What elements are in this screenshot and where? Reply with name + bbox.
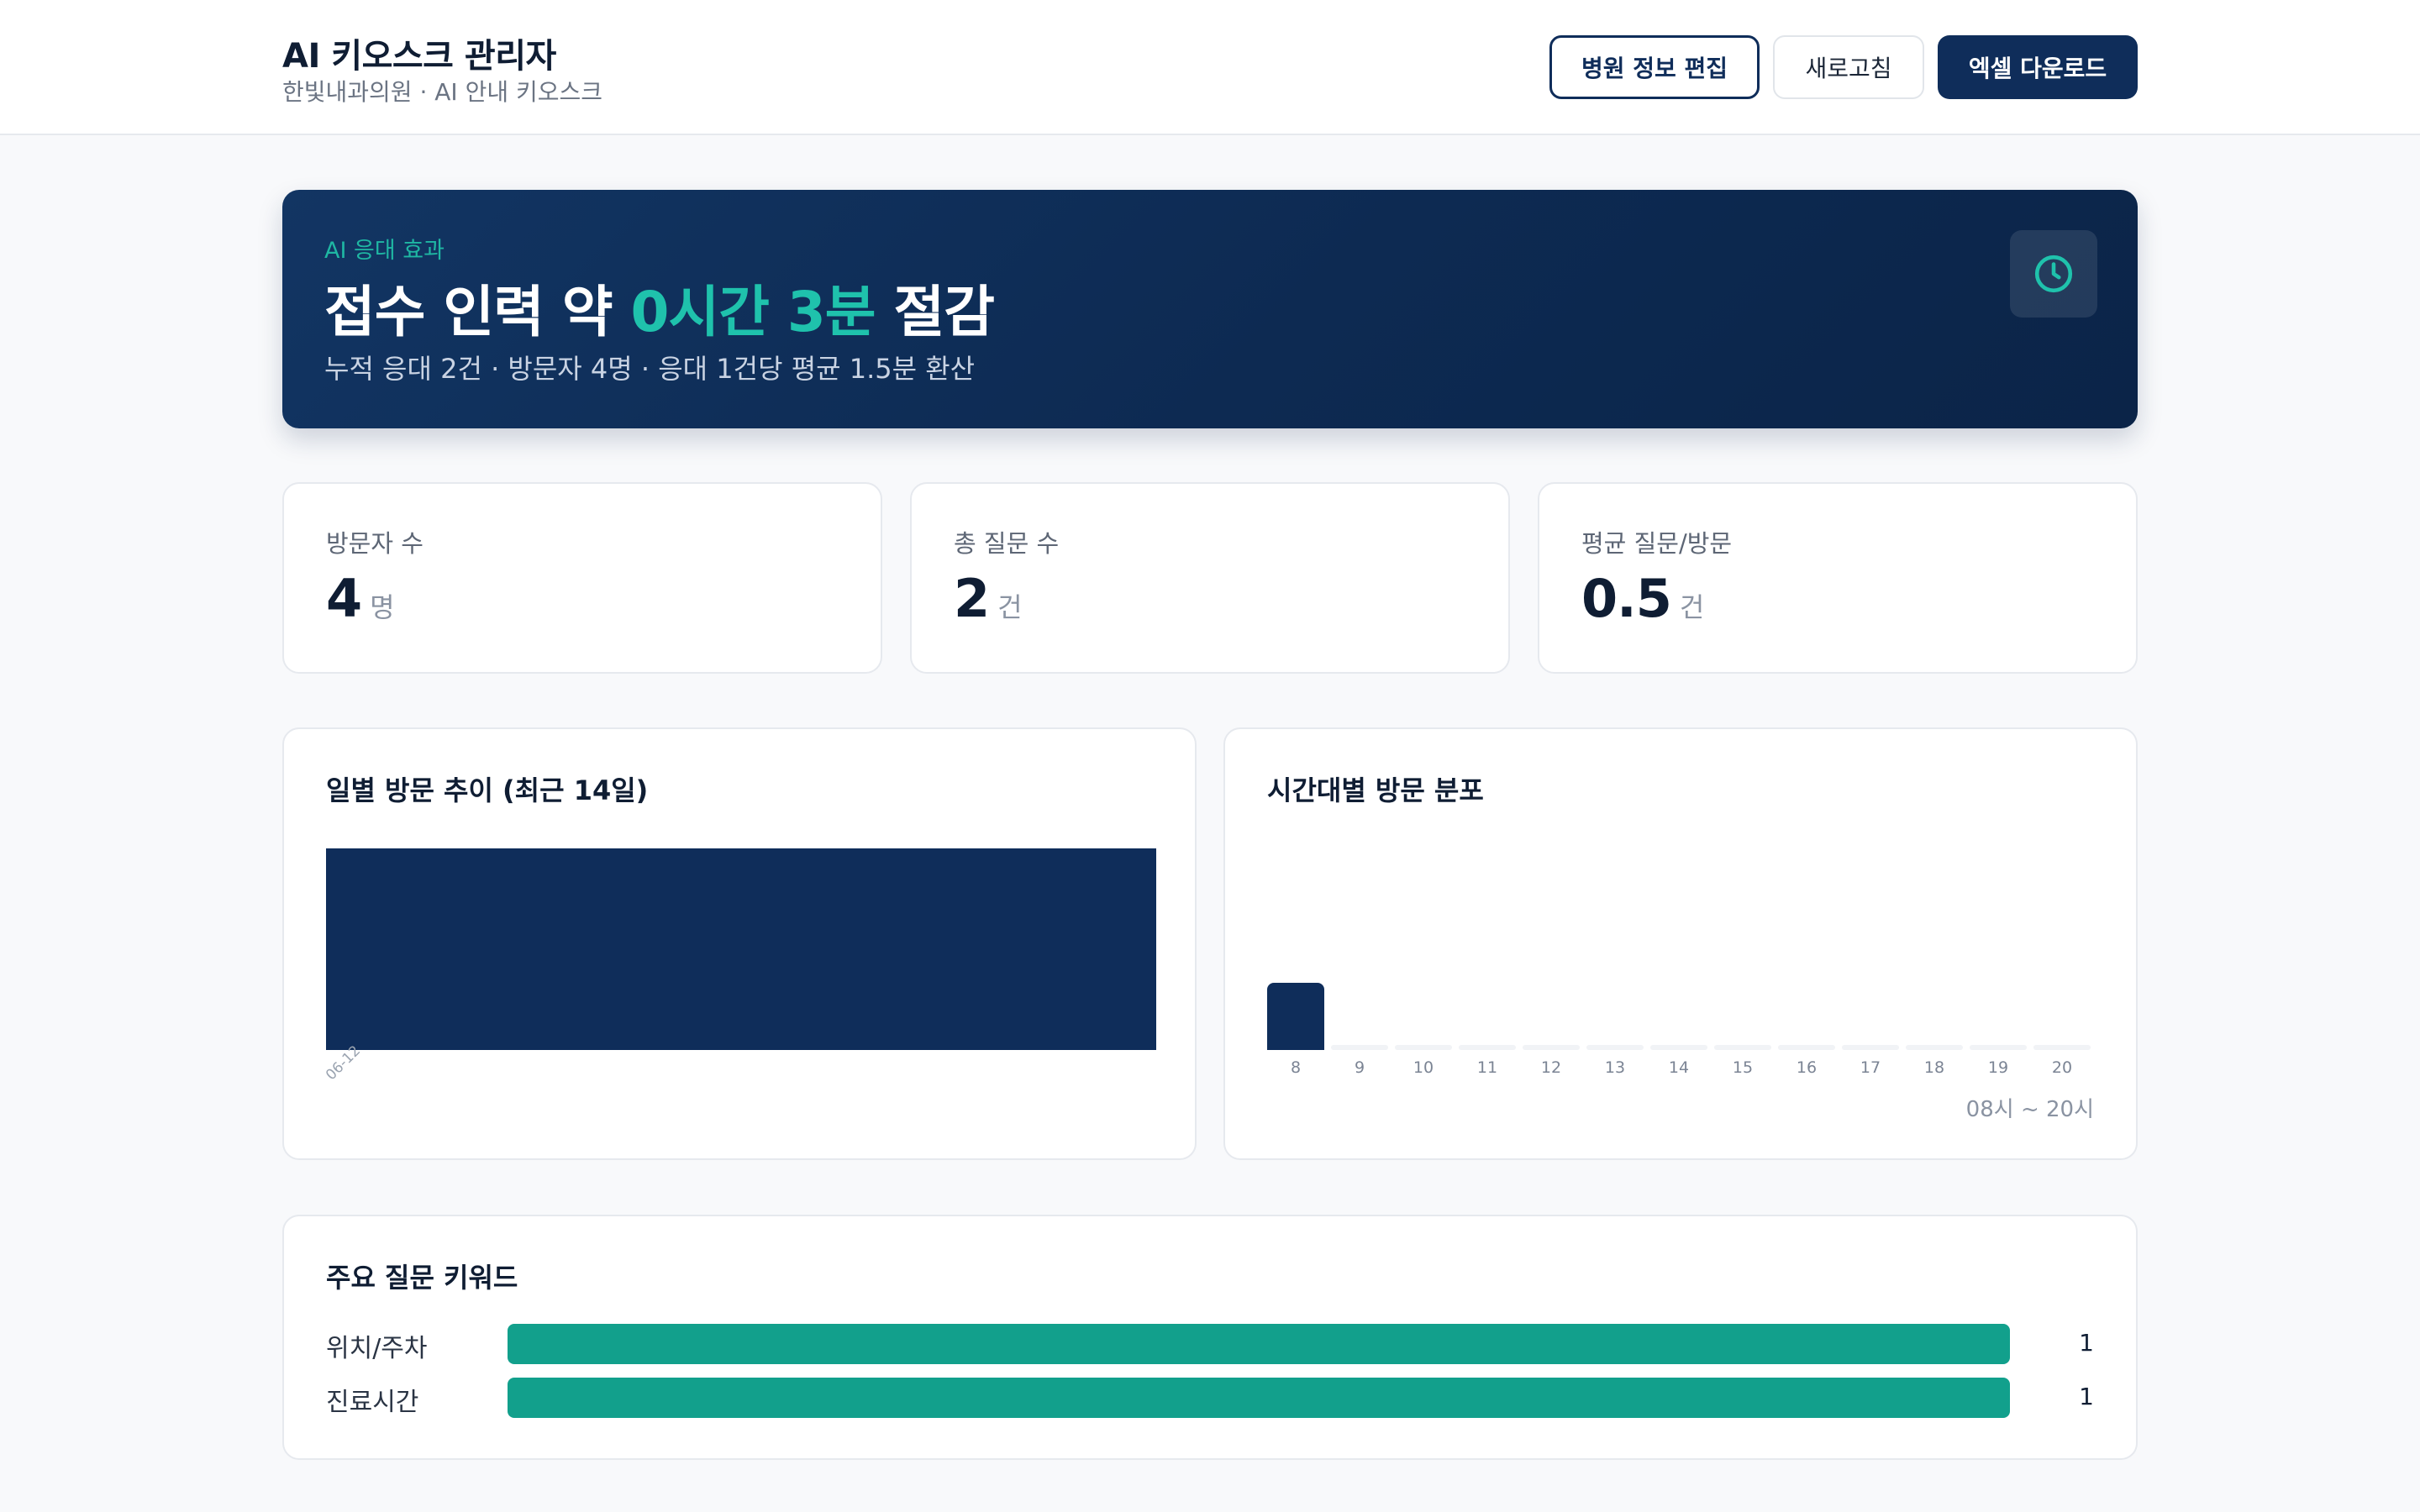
hour-bar-empty [1970, 1045, 2027, 1050]
hour-bar-empty [1523, 1045, 1580, 1050]
stat-unit: 건 [997, 591, 1023, 623]
hour-x-label: 11 [1476, 1058, 1498, 1077]
hour-x-label: 15 [1732, 1058, 1754, 1077]
hour-x-label: 8 [1290, 1058, 1302, 1077]
stat-value: 2건 [954, 568, 1023, 629]
hour-x-label: 13 [1604, 1058, 1626, 1077]
hour-x-label: 18 [1923, 1058, 1945, 1077]
hour-bar-empty [2033, 1045, 2091, 1050]
stat-value: 0.5 건 [1581, 568, 1704, 629]
daily-chart-plot: 06-12 [323, 848, 1156, 1084]
daily-chart-title: 일별 방문 추이 (최근 14일) [326, 774, 649, 806]
ai-effect-banner: AI 응대 효과 접수 인력 약 0시간 3분 절감 누적 응대 2건 · 방문… [282, 190, 2138, 428]
hour-bar-empty [1395, 1045, 1452, 1050]
keyword-count: 1 [2079, 1329, 2094, 1357]
clock-icon-box [2010, 230, 2097, 318]
hourly-visits-chart-card: 시간대별 방문 분포 8 9 10 11 12 13 14 15 16 17 18 19 20 08시 … [1223, 727, 2138, 1160]
keyword-bar [508, 1324, 2010, 1364]
hour-x-label: 19 [1987, 1058, 2009, 1077]
keyword-count: 1 [2079, 1383, 2094, 1410]
top-header: AI 키오스크 관리자 한빛내과의원 · AI 안내 키오스크 병원 정보 편집… [0, 0, 2420, 135]
edit-hospital-info-button[interactable]: 병원 정보 편집 [1549, 35, 1760, 99]
keywords-title: 주요 질문 키워드 [326, 1262, 518, 1294]
hour-x-label: 17 [1860, 1058, 1881, 1077]
clock-icon [2034, 255, 2073, 293]
app-subtitle: 한빛내과의원 · AI 안내 키오스크 [282, 78, 603, 106]
hour-bar-empty [1459, 1045, 1516, 1050]
excel-download-button[interactable]: 엑셀 다운로드 [1938, 35, 2138, 99]
hour-x-label: 9 [1354, 1058, 1365, 1077]
hourly-chart-plot: 8 9 10 11 12 13 14 15 16 17 18 19 20 [1267, 848, 2097, 1084]
stat-card-questions: 총 질문 수 2건 [910, 482, 1510, 674]
hour-x-label: 16 [1796, 1058, 1818, 1077]
hour-x-label: 12 [1540, 1058, 1562, 1077]
stat-number: 0.5 [1581, 568, 1672, 629]
hour-bar-empty [1842, 1045, 1899, 1050]
hour-x-label: 20 [2051, 1058, 2073, 1077]
stat-number: 2 [954, 568, 990, 629]
hour-bar-empty [1586, 1045, 1644, 1050]
hourly-chart-title: 시간대별 방문 분포 [1267, 774, 1484, 806]
hour-bar [1267, 983, 1324, 1050]
keywords-card: 주요 질문 키워드 위치/주차 1 진료시간 1 [282, 1215, 2138, 1460]
stat-value: 4명 [326, 568, 395, 629]
stat-label: 방문자 수 [326, 529, 424, 558]
headline-highlight: 0시간 3분 [630, 280, 876, 344]
app-title: AI 키오스크 관리자 [282, 37, 556, 76]
banner-description: 누적 응대 2건 · 방문자 4명 · 응대 1건당 평균 1.5분 환산 [324, 353, 976, 385]
headline-prefix: 접수 인력 약 [324, 280, 631, 344]
headline-suffix: 절감 [875, 280, 995, 344]
hour-bar-empty [1906, 1045, 1963, 1050]
stat-unit: 명 [370, 591, 395, 623]
hour-bar-empty [1778, 1045, 1835, 1050]
hour-bar-empty [1331, 1045, 1388, 1050]
daily-visits-chart-card: 일별 방문 추이 (최근 14일) 06-12 [282, 727, 1197, 1160]
keyword-label: 위치/주차 [326, 1334, 428, 1363]
hour-range-label: 08시 ~ 20시 [1965, 1097, 2094, 1122]
keyword-label: 진료시간 [326, 1388, 419, 1417]
keyword-bar [508, 1378, 2010, 1418]
hour-bar-empty [1714, 1045, 1771, 1050]
refresh-button[interactable]: 새로고침 [1773, 35, 1924, 99]
stat-unit: 건 [1679, 591, 1705, 623]
stat-number: 4 [326, 568, 362, 629]
hour-bar-empty [1650, 1045, 1707, 1050]
daily-bar [326, 848, 1156, 1050]
hour-x-label: 10 [1413, 1058, 1434, 1077]
stat-card-average: 평균 질문/방문 0.5 건 [1538, 482, 2138, 674]
stat-label: 총 질문 수 [954, 529, 1060, 558]
stat-card-visitors: 방문자 수 4명 [282, 482, 882, 674]
banner-headline: 접수 인력 약 0시간 3분 절감 [324, 267, 995, 348]
stat-label: 평균 질문/방문 [1581, 529, 1733, 558]
hour-x-label: 14 [1668, 1058, 1690, 1077]
banner-tag: AI 응대 효과 [324, 238, 445, 264]
